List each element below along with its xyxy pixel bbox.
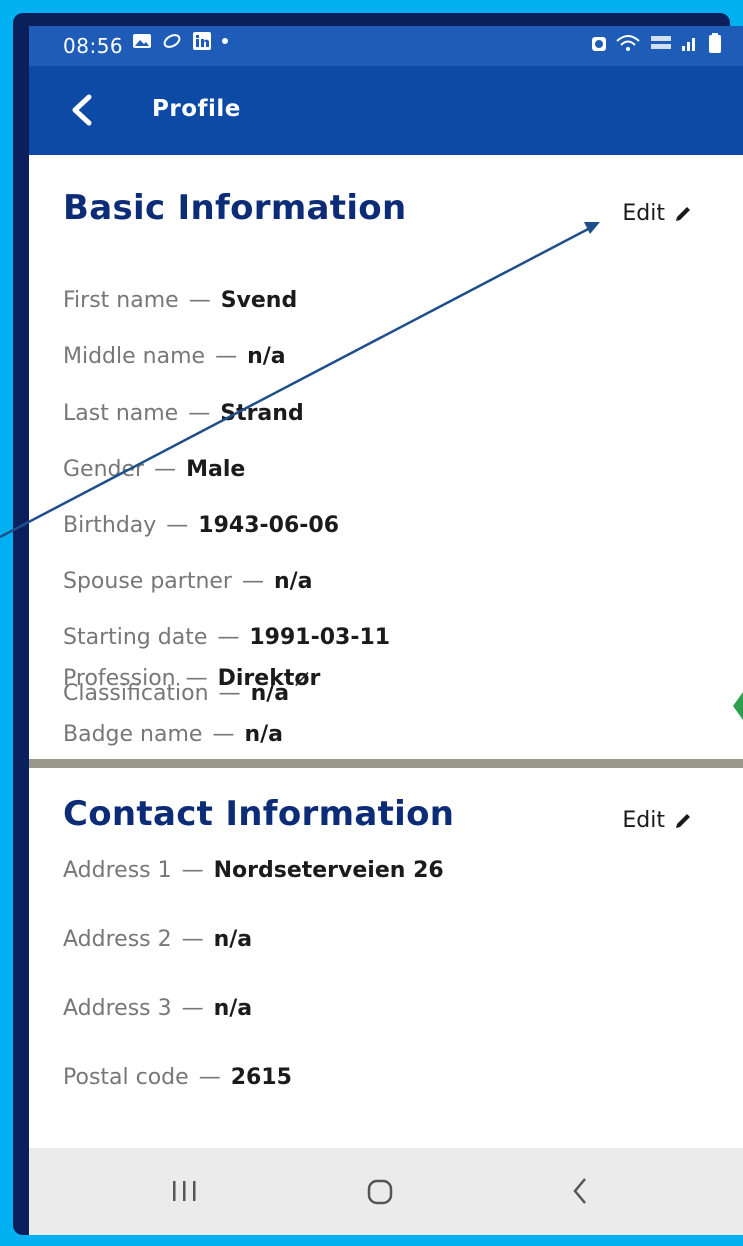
pencil-icon (676, 813, 690, 828)
field-first-name: First name — Svend (63, 288, 298, 313)
home-icon[interactable] (366, 1178, 394, 1206)
back-icon[interactable] (572, 1176, 588, 1206)
field-postal-code: Postal code —2615 (63, 1065, 292, 1090)
field-birthday: Birthday —1943-06-06 (63, 513, 340, 538)
gallery-icon (133, 34, 151, 48)
system-nav-bar (29, 1148, 743, 1235)
wifi-icon (616, 35, 640, 51)
alarm-icon (592, 37, 606, 51)
edit-label: Edit (622, 808, 665, 833)
field-address-2: Address 2— n/a (63, 927, 253, 952)
link-icon (163, 34, 181, 48)
battery-icon (709, 33, 721, 53)
dot-icon (222, 38, 228, 44)
field-address-1: Address 1— Nordseterveien 26 (63, 858, 444, 883)
field-middle-name: Middle name — n/a (63, 344, 286, 369)
chevron-left-icon[interactable] (67, 92, 97, 128)
recent-apps-icon[interactable] (169, 1178, 199, 1204)
contact-information-edit-button[interactable]: Edit (622, 808, 693, 833)
field-badge-name: Badge name — n/a (63, 722, 283, 747)
field-starting-date: Starting date —1991-03-11 (63, 625, 391, 650)
status-bar: 08:56 (29, 26, 743, 66)
field-badge-name-value: n/a (244, 722, 283, 747)
edit-label: Edit (622, 201, 665, 226)
phone-screen: 08:56 Profile Basic Information Edit Fir… (29, 26, 743, 1235)
basic-information-edit-button[interactable]: Edit (622, 201, 693, 226)
signal-icon (682, 38, 695, 51)
field-last-name: Last name — Strand (63, 401, 304, 426)
field-gender: Gender — Male (63, 457, 246, 482)
app-bar: Profile (29, 66, 743, 155)
field-badge-name-sep: — (212, 722, 235, 747)
volte-icon (651, 36, 671, 49)
contact-information-card: Contact Information Edit Address 1— Nords… (29, 768, 743, 1148)
pencil-icon (676, 206, 690, 221)
field-address-3: Address 3— n/a (63, 996, 253, 1021)
basic-information-title: Basic Information (63, 188, 407, 228)
status-time: 08:56 (63, 34, 124, 58)
field-profession: Profession — Direktør (63, 666, 321, 691)
section-divider (29, 759, 743, 768)
linkedin-icon (193, 32, 211, 50)
page-title: Profile (152, 96, 241, 122)
field-badge-name-label: Badge name (63, 722, 203, 747)
field-spouse-partner: Spouse partner — n/a (63, 569, 313, 594)
contact-information-title: Contact Information (63, 794, 455, 834)
